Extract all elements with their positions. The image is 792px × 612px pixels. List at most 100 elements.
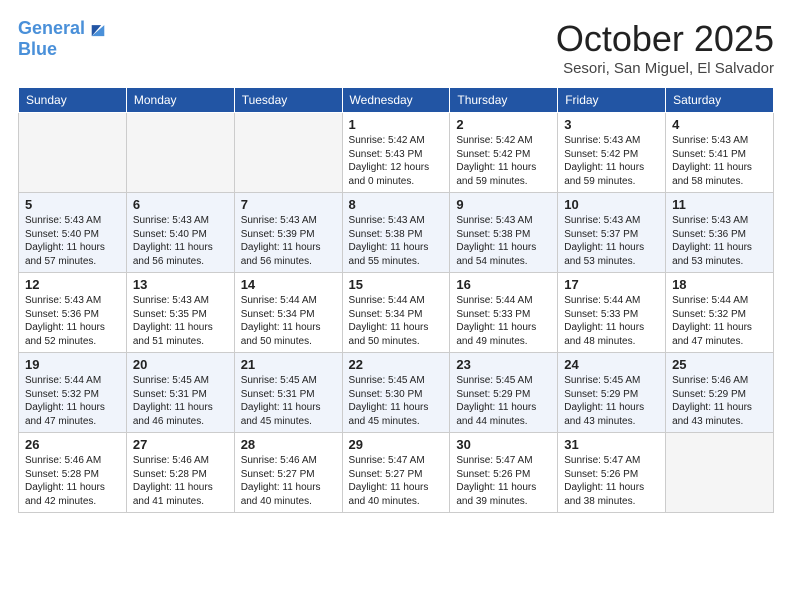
- day-number: 24: [564, 357, 659, 372]
- day-number: 8: [349, 197, 444, 212]
- day-info: Sunrise: 5:43 AM Sunset: 5:36 PM Dayligh…: [672, 214, 767, 268]
- calendar-header-row: Sunday Monday Tuesday Wednesday Thursday…: [19, 88, 774, 113]
- day-number: 21: [241, 357, 336, 372]
- day-info: Sunrise: 5:44 AM Sunset: 5:34 PM Dayligh…: [349, 294, 444, 348]
- table-row: 21 Sunrise: 5:45 AM Sunset: 5:31 PM Dayli…: [234, 353, 342, 433]
- table-row: 22 Sunrise: 5:45 AM Sunset: 5:30 PM Dayli…: [342, 353, 450, 433]
- day-info: Sunrise: 5:44 AM Sunset: 5:34 PM Dayligh…: [241, 294, 336, 348]
- day-number: 2: [456, 117, 551, 132]
- day-number: 6: [133, 197, 228, 212]
- table-row: 9 Sunrise: 5:43 AM Sunset: 5:38 PM Daylig…: [450, 193, 558, 273]
- day-number: 26: [25, 437, 120, 452]
- table-row: 15 Sunrise: 5:44 AM Sunset: 5:34 PM Dayli…: [342, 273, 450, 353]
- day-info: Sunrise: 5:43 AM Sunset: 5:38 PM Dayligh…: [456, 214, 551, 268]
- day-info: Sunrise: 5:43 AM Sunset: 5:37 PM Dayligh…: [564, 214, 659, 268]
- day-info: Sunrise: 5:43 AM Sunset: 5:40 PM Dayligh…: [25, 214, 120, 268]
- day-info: Sunrise: 5:45 AM Sunset: 5:31 PM Dayligh…: [133, 374, 228, 428]
- day-number: 27: [133, 437, 228, 452]
- day-number: 14: [241, 277, 336, 292]
- table-row: 29 Sunrise: 5:47 AM Sunset: 5:27 PM Dayli…: [342, 433, 450, 513]
- table-row: 27 Sunrise: 5:46 AM Sunset: 5:28 PM Dayli…: [126, 433, 234, 513]
- table-row: 4Sunrise: 5:43 AM Sunset: 5:41 PM Daylig…: [666, 113, 774, 193]
- day-number: 28: [241, 437, 336, 452]
- table-row: 7Sunrise: 5:43 AM Sunset: 5:39 PM Daylig…: [234, 193, 342, 273]
- table-row: 19Sunrise: 5:44 AM Sunset: 5:32 PM Dayli…: [19, 353, 127, 433]
- day-info: Sunrise: 5:43 AM Sunset: 5:35 PM Dayligh…: [133, 294, 228, 348]
- day-info: Sunrise: 5:45 AM Sunset: 5:29 PM Dayligh…: [564, 374, 659, 428]
- table-row: [19, 113, 127, 193]
- logo-text: General: [18, 19, 85, 39]
- day-info: Sunrise: 5:43 AM Sunset: 5:36 PM Dayligh…: [25, 294, 120, 348]
- day-number: 18: [672, 277, 767, 292]
- day-number: 9: [456, 197, 551, 212]
- calendar-week-row: 26 Sunrise: 5:46 AM Sunset: 5:28 PM Dayli…: [19, 433, 774, 513]
- day-info: Sunrise: 5:43 AM Sunset: 5:41 PM Dayligh…: [672, 134, 767, 188]
- day-number: 12: [25, 277, 120, 292]
- table-row: 1 Sunrise: 5:42 AM Sunset: 5:43 PM Daylig…: [342, 113, 450, 193]
- day-info: Sunrise: 5:46 AM Sunset: 5:27 PM Dayligh…: [241, 454, 336, 508]
- table-row: 17Sunrise: 5:44 AM Sunset: 5:33 PM Dayli…: [558, 273, 666, 353]
- col-friday: Friday: [558, 88, 666, 113]
- table-row: [126, 113, 234, 193]
- day-number: 20: [133, 357, 228, 372]
- table-row: 30Sunrise: 5:47 AM Sunset: 5:26 PM Dayli…: [450, 433, 558, 513]
- table-row: 3 Sunrise: 5:43 AM Sunset: 5:42 PM Daylig…: [558, 113, 666, 193]
- table-row: 8 Sunrise: 5:43 AM Sunset: 5:38 PM Daylig…: [342, 193, 450, 273]
- calendar-week-row: 5 Sunrise: 5:43 AM Sunset: 5:40 PM Daylig…: [19, 193, 774, 273]
- table-row: 12 Sunrise: 5:43 AM Sunset: 5:36 PM Dayli…: [19, 273, 127, 353]
- day-number: 10: [564, 197, 659, 212]
- col-saturday: Saturday: [666, 88, 774, 113]
- month-title: October 2025: [556, 18, 774, 60]
- calendar-week-row: 19Sunrise: 5:44 AM Sunset: 5:32 PM Dayli…: [19, 353, 774, 433]
- day-info: Sunrise: 5:43 AM Sunset: 5:38 PM Dayligh…: [349, 214, 444, 268]
- day-number: 13: [133, 277, 228, 292]
- day-info: Sunrise: 5:45 AM Sunset: 5:29 PM Dayligh…: [456, 374, 551, 428]
- day-number: 11: [672, 197, 767, 212]
- day-info: Sunrise: 5:42 AM Sunset: 5:43 PM Dayligh…: [349, 134, 444, 188]
- col-tuesday: Tuesday: [234, 88, 342, 113]
- logo-text2: Blue: [18, 40, 109, 60]
- logo: General Blue: [18, 18, 109, 60]
- col-monday: Monday: [126, 88, 234, 113]
- title-block: October 2025 Sesori, San Miguel, El Salv…: [556, 18, 774, 77]
- table-row: 5 Sunrise: 5:43 AM Sunset: 5:40 PM Daylig…: [19, 193, 127, 273]
- table-row: 31Sunrise: 5:47 AM Sunset: 5:26 PM Dayli…: [558, 433, 666, 513]
- table-row: 13 Sunrise: 5:43 AM Sunset: 5:35 PM Dayli…: [126, 273, 234, 353]
- col-wednesday: Wednesday: [342, 88, 450, 113]
- day-info: Sunrise: 5:42 AM Sunset: 5:42 PM Dayligh…: [456, 134, 551, 188]
- logo-icon: [87, 18, 109, 40]
- header: General Blue October 2025 Sesori, San Mi…: [18, 18, 774, 77]
- table-row: 20 Sunrise: 5:45 AM Sunset: 5:31 PM Dayli…: [126, 353, 234, 433]
- day-number: 17: [564, 277, 659, 292]
- day-number: 15: [349, 277, 444, 292]
- calendar-table: Sunday Monday Tuesday Wednesday Thursday…: [18, 87, 774, 513]
- day-number: 1: [349, 117, 444, 132]
- day-number: 22: [349, 357, 444, 372]
- day-info: Sunrise: 5:46 AM Sunset: 5:28 PM Dayligh…: [133, 454, 228, 508]
- day-info: Sunrise: 5:43 AM Sunset: 5:40 PM Dayligh…: [133, 214, 228, 268]
- table-row: 24 Sunrise: 5:45 AM Sunset: 5:29 PM Dayli…: [558, 353, 666, 433]
- day-info: Sunrise: 5:45 AM Sunset: 5:30 PM Dayligh…: [349, 374, 444, 428]
- table-row: 11 Sunrise: 5:43 AM Sunset: 5:36 PM Dayli…: [666, 193, 774, 273]
- calendar-week-row: 1 Sunrise: 5:42 AM Sunset: 5:43 PM Daylig…: [19, 113, 774, 193]
- day-number: 3: [564, 117, 659, 132]
- day-info: Sunrise: 5:44 AM Sunset: 5:32 PM Dayligh…: [672, 294, 767, 348]
- day-number: 31: [564, 437, 659, 452]
- day-info: Sunrise: 5:46 AM Sunset: 5:28 PM Dayligh…: [25, 454, 120, 508]
- day-number: 29: [349, 437, 444, 452]
- table-row: 6 Sunrise: 5:43 AM Sunset: 5:40 PM Daylig…: [126, 193, 234, 273]
- day-number: 19: [25, 357, 120, 372]
- day-info: Sunrise: 5:43 AM Sunset: 5:42 PM Dayligh…: [564, 134, 659, 188]
- day-number: 7: [241, 197, 336, 212]
- subtitle: Sesori, San Miguel, El Salvador: [556, 60, 774, 77]
- day-info: Sunrise: 5:45 AM Sunset: 5:31 PM Dayligh…: [241, 374, 336, 428]
- table-row: 28 Sunrise: 5:46 AM Sunset: 5:27 PM Dayli…: [234, 433, 342, 513]
- day-number: 5: [25, 197, 120, 212]
- table-row: 16 Sunrise: 5:44 AM Sunset: 5:33 PM Dayli…: [450, 273, 558, 353]
- table-row: [666, 433, 774, 513]
- day-number: 16: [456, 277, 551, 292]
- day-info: Sunrise: 5:47 AM Sunset: 5:26 PM Dayligh…: [456, 454, 551, 508]
- day-info: Sunrise: 5:44 AM Sunset: 5:33 PM Dayligh…: [456, 294, 551, 348]
- day-info: Sunrise: 5:47 AM Sunset: 5:27 PM Dayligh…: [349, 454, 444, 508]
- table-row: 26 Sunrise: 5:46 AM Sunset: 5:28 PM Dayli…: [19, 433, 127, 513]
